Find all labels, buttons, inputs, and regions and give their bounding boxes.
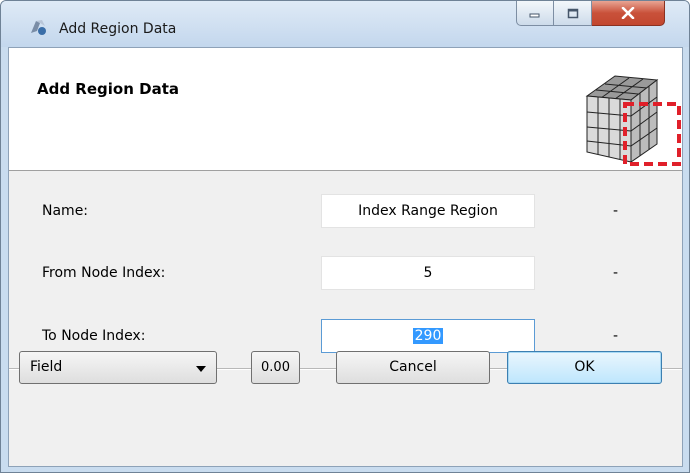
cube-region-icon [585,75,681,166]
window-controls [516,1,665,27]
minimize-icon [529,13,540,18]
dialog-client-area: Add Region Data Name: Index Range Region… [8,47,683,467]
to-node-index-field[interactable]: 290 [321,319,535,353]
name-label: Name: [42,203,89,219]
from-node-index-label: From Node Index: [42,265,166,281]
minimize-button[interactable] [516,1,554,26]
close-icon [621,7,635,19]
from-node-index-status: - [613,265,619,281]
from-node-index-field[interactable]: 5 [321,256,535,290]
page-title: Add Region Data [37,80,179,98]
close-button[interactable] [592,1,665,26]
cancel-button[interactable]: Cancel [336,351,490,384]
name-field[interactable]: Index Range Region [321,194,535,228]
title-bar[interactable]: Add Region Data [1,1,689,47]
selected-text: 290 [412,328,444,344]
value-button[interactable]: 0.00 [251,351,300,384]
maximize-button[interactable] [554,1,592,26]
field-select[interactable]: Field [19,351,217,384]
to-node-index-status: - [613,328,619,344]
dialog-window: Add Region Data Add Region Data Name: In… [0,0,690,473]
window-title: Add Region Data [59,21,177,37]
field-select-value: Field [30,359,63,375]
name-status: - [613,203,619,219]
maximize-icon [567,8,578,18]
to-node-index-label: To Node Index: [42,328,146,344]
dialog-header: Add Region Data [9,48,682,171]
ok-button[interactable]: OK [507,351,662,384]
chevron-down-icon [196,366,206,372]
app-icon [31,20,46,35]
